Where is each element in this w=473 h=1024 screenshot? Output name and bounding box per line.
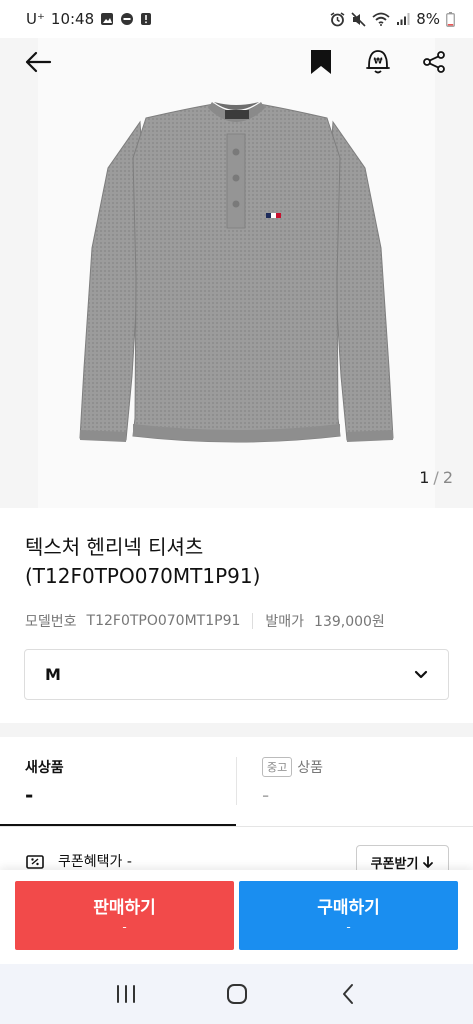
share-icon — [423, 51, 445, 73]
sell-button-price: - — [122, 919, 127, 934]
status-right: 8% — [330, 10, 455, 28]
carrier-label: U⁺ — [26, 10, 45, 28]
alert-notification-icon — [140, 12, 152, 26]
release-price-value: 139,000원 — [314, 614, 385, 630]
used-badge: 중고 — [262, 757, 293, 777]
size-select[interactable]: M — [24, 649, 449, 700]
section-divider — [0, 723, 473, 737]
coupon-icon — [26, 855, 44, 869]
size-select-value: M — [45, 665, 61, 684]
signal-icon — [396, 12, 410, 26]
gallery-current-page: 1 — [419, 468, 430, 487]
back-icon — [342, 984, 353, 1004]
do-not-disturb-icon — [120, 12, 134, 26]
chevron-down-icon — [414, 670, 428, 678]
get-coupon-label: 쿠폰받기 — [370, 856, 419, 872]
sell-button[interactable]: 판매하기 - — [15, 881, 234, 950]
download-icon — [423, 855, 434, 868]
tab-new-product[interactable]: 새상품 - — [0, 737, 236, 827]
alarm-icon — [330, 11, 345, 27]
system-back-button[interactable] — [328, 974, 368, 1014]
bookmark-icon — [311, 50, 331, 74]
release-price-label: 발매가 — [265, 614, 305, 630]
system-navigation-bar — [0, 964, 473, 1024]
sell-button-label: 판매하기 — [93, 897, 156, 918]
meta-divider — [252, 613, 254, 629]
buy-button[interactable]: 구매하기 - — [239, 881, 458, 950]
recent-apps-icon — [116, 985, 135, 1003]
status-bar: U⁺ 10:48 8% — [0, 0, 473, 38]
tab-used-label: 중고 상품 — [262, 757, 323, 777]
wifi-icon — [372, 12, 390, 26]
home-button[interactable] — [217, 974, 257, 1014]
bottom-action-bar: 판매하기 - 구매하기 - — [0, 870, 473, 964]
gallery-notification-icon — [100, 12, 114, 26]
model-number-value: T12F0TPO070MT1P91 — [86, 613, 241, 629]
tab-used-product[interactable]: 중고 상품 - — [237, 737, 473, 827]
mute-icon — [351, 11, 366, 27]
active-tab-indicator — [0, 824, 236, 826]
tab-new-price: - — [25, 783, 34, 807]
price-alert-icon: ₩ — [366, 50, 390, 74]
model-number-label: 모델번호 — [25, 614, 77, 630]
tab-new-label-text: 새상품 — [25, 760, 64, 776]
svg-text:₩: ₩ — [374, 57, 383, 66]
product-meta: 모델번호 T12F0TPO070MT1P91 발매가 139,000원 — [25, 611, 385, 631]
tab-baseline — [0, 826, 473, 827]
gallery-total-pages: 2 — [442, 468, 453, 487]
buy-button-price: - — [346, 919, 351, 934]
back-arrow-icon — [25, 51, 52, 73]
gallery-page-separator: / — [433, 468, 439, 487]
buy-button-label: 구매하기 — [317, 897, 380, 918]
bookmark-button[interactable] — [301, 42, 341, 82]
recent-apps-button[interactable] — [106, 974, 146, 1014]
product-image-gallery[interactable]: 1/2 — [0, 38, 473, 508]
coupon-price-text: 쿠폰혜택가 - — [58, 854, 132, 870]
product-title: 텍스처 헨리넥 티셔츠 (T12F0TPO070MT1P91) — [25, 535, 261, 588]
tab-used-label-text: 상품 — [297, 760, 324, 776]
top-navigation: ₩ — [0, 42, 473, 86]
share-button[interactable] — [414, 42, 454, 82]
tab-used-price: - — [262, 783, 270, 807]
condition-tabs: 새상품 - 중고 상품 - — [0, 737, 473, 827]
product-image — [79, 102, 394, 443]
battery-icon — [446, 11, 455, 27]
battery-percent: 8% — [416, 10, 440, 28]
tab-new-label: 새상품 — [25, 757, 64, 777]
home-icon — [226, 984, 247, 1004]
gallery-page-indicator: 1/2 — [419, 468, 453, 487]
clock: 10:48 — [50, 10, 95, 28]
status-left: U⁺ 10:48 — [26, 10, 152, 28]
back-button[interactable] — [18, 42, 58, 82]
price-alert-button[interactable]: ₩ — [358, 42, 398, 82]
